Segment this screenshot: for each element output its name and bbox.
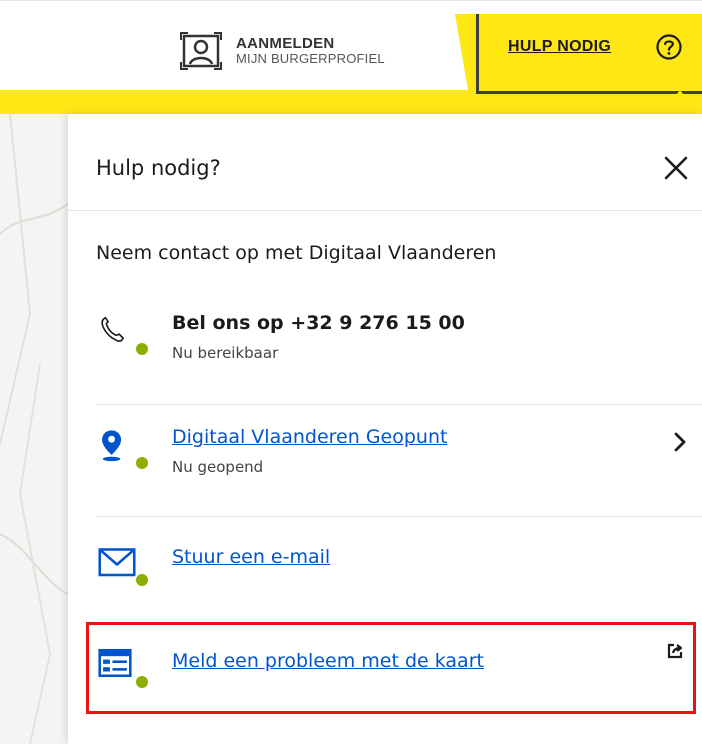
geopunt-status: Nu geopend [172,458,264,476]
location-pin-icon [102,430,122,462]
panel-header: Hulp nodig? [68,114,702,211]
phone-label: Bel ons op +32 9 276 15 00 [172,312,465,334]
profile-card-icon [180,32,222,70]
help-button[interactable]: HULP NODIG [508,38,611,56]
report-problem-item[interactable]: Meld een probleem met de kaart [96,640,702,700]
mail-icon [98,548,136,577]
form-icon [98,648,132,678]
section-title: Neem contact op met Digitaal Vlaanderen [96,242,497,264]
login-button[interactable]: AANMELDEN MIJN BURGERPROFIEL [180,28,385,74]
popover-pointer [666,90,694,108]
email-link[interactable]: Stuur een e-mail [172,546,330,568]
chevron-right-icon[interactable] [672,432,688,452]
login-title: AANMELDEN [236,34,335,52]
divider [96,516,702,517]
panel-title: Hulp nodig? [96,156,221,180]
phone-contact-item[interactable]: Bel ons op +32 9 276 15 00 Nu bereikbaar [96,308,702,378]
report-problem-link[interactable]: Meld een probleem met de kaart [172,650,484,672]
phone-status: Nu bereikbaar [172,344,279,362]
external-link-icon[interactable] [666,642,684,660]
close-icon[interactable] [662,154,690,182]
email-item[interactable]: Stuur een e-mail [96,538,702,598]
status-dot [134,572,150,588]
status-dot [134,341,150,357]
page: AANMELDEN MIJN BURGERPROFIEL HULP NODIG … [0,0,702,744]
geopunt-item[interactable]: Digitaal Vlaanderen Geopunt Nu geopend [96,422,702,492]
status-dot [134,674,150,690]
divider [96,404,702,405]
question-icon[interactable] [656,34,682,60]
status-dot [134,455,150,471]
geopunt-link[interactable]: Digitaal Vlaanderen Geopunt [172,426,447,448]
phone-icon [101,316,124,342]
help-panel: Hulp nodig? Neem contact op met Digitaal… [68,114,702,744]
login-subtitle: MIJN BURGERPROFIEL [236,51,385,67]
